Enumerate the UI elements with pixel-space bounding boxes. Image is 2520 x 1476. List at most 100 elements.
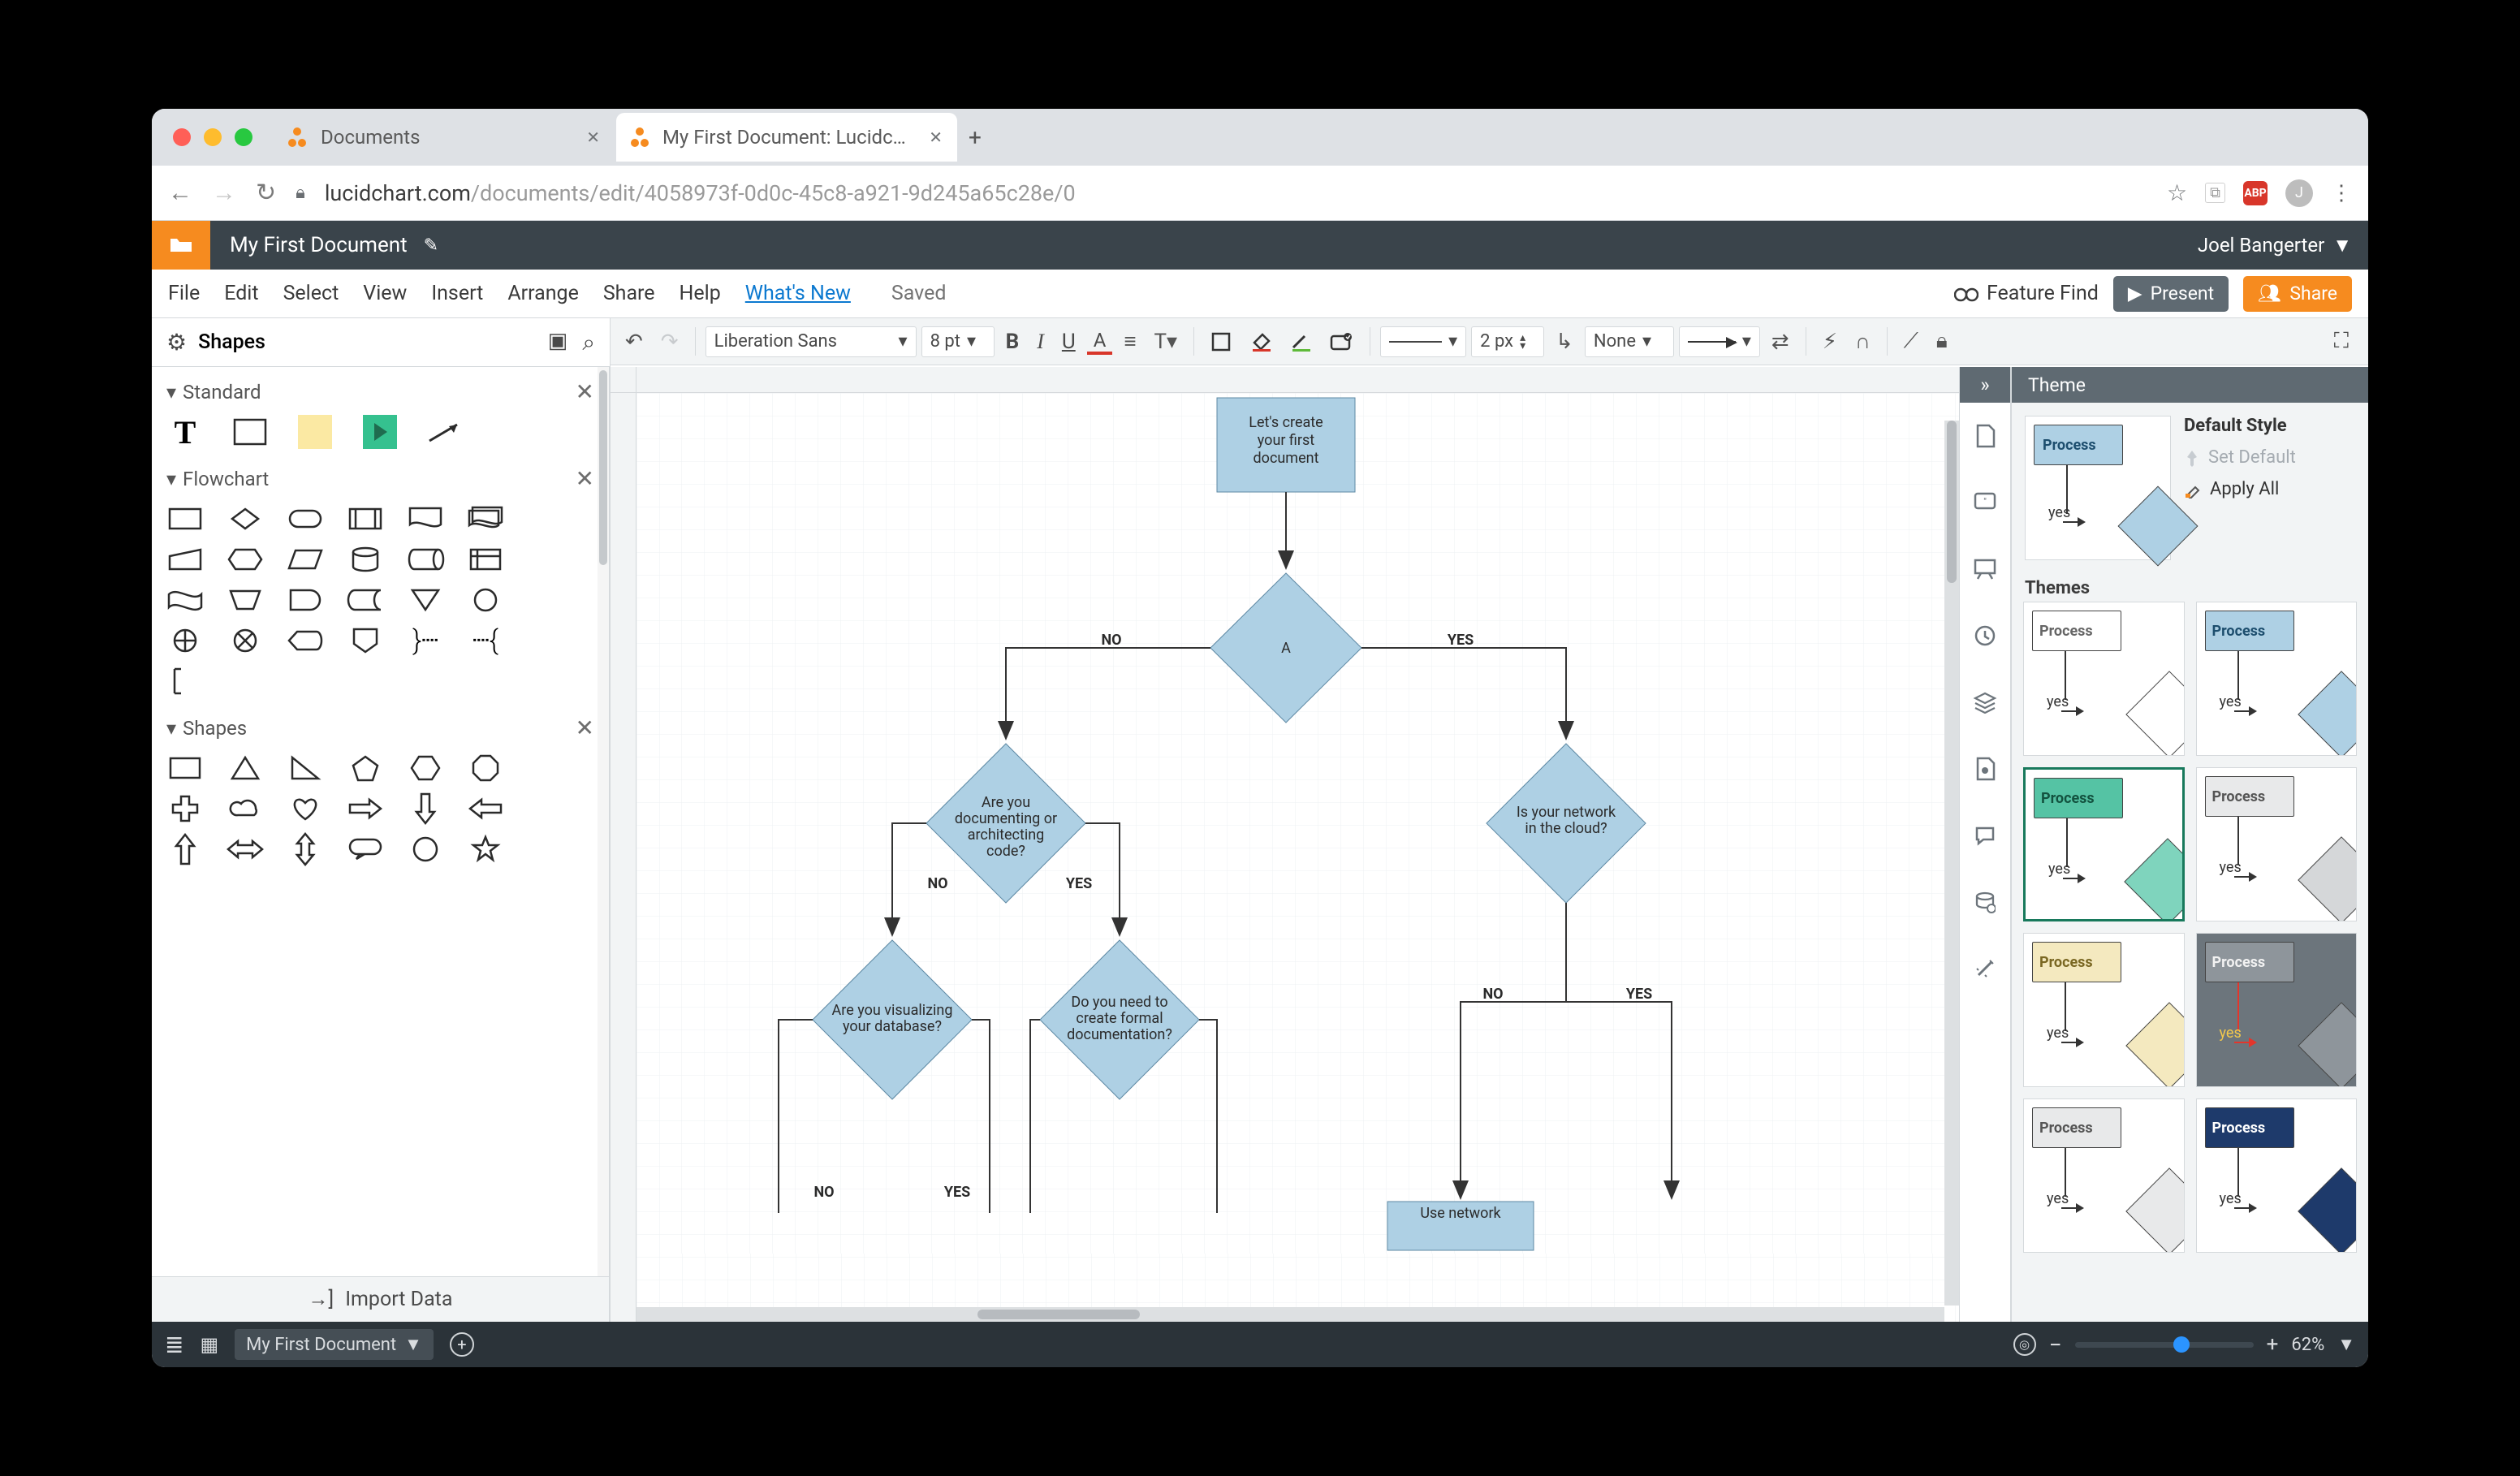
shape-internal-storage[interactable] <box>464 542 507 576</box>
shape-note2[interactable] <box>163 664 207 698</box>
reload-icon[interactable]: ↻ <box>256 179 276 207</box>
close-icon[interactable]: ✕ <box>586 127 600 147</box>
theme-card[interactable]: Processyes <box>2023 602 2185 756</box>
collapse-panel-button[interactable]: » <box>1960 367 2010 403</box>
gear-icon[interactable]: ⚙ <box>166 329 187 356</box>
chevron-down-icon[interactable]: ▼ <box>2337 1334 2355 1355</box>
shape-arrow-left[interactable] <box>464 792 507 826</box>
bold-button[interactable]: B <box>999 330 1026 354</box>
shape-arrow-up[interactable] <box>163 832 207 866</box>
browser-tab-active[interactable]: My First Document: Lucidchart ✕ <box>616 113 957 162</box>
arrow-start-select[interactable]: None▾ <box>1585 326 1674 357</box>
arrow-end-select[interactable]: ▾ <box>1679 326 1760 357</box>
shape-manual-op[interactable] <box>223 583 267 617</box>
shape-document[interactable] <box>403 502 447 536</box>
bucket-fill-button[interactable] <box>1243 331 1279 352</box>
browser-tab[interactable]: Documents ✕ <box>274 113 615 162</box>
shape-delay[interactable] <box>283 583 327 617</box>
swap-arrows-button[interactable]: ⇄ <box>1765 330 1796 354</box>
font-family-select[interactable]: Liberation Sans▾ <box>706 326 917 357</box>
font-size-select[interactable]: 8 pt▾ <box>921 326 995 357</box>
shape-merge[interactable] <box>403 583 447 617</box>
search-icon[interactable]: ⌕ <box>582 329 595 356</box>
close-icon[interactable]: ✕ <box>576 714 594 741</box>
underline-button[interactable]: U <box>1055 330 1082 354</box>
menu-help[interactable]: Help <box>680 282 721 305</box>
shape-circle[interactable] <box>403 832 447 866</box>
tab-chat-icon[interactable] <box>1960 802 2010 869</box>
section-standard[interactable]: ▾ Standard ✕ <box>152 373 609 410</box>
menu-view[interactable]: View <box>363 282 407 305</box>
shape-hexagon[interactable] <box>403 751 447 785</box>
shape-direct-data[interactable] <box>403 542 447 576</box>
theme-card[interactable]: Processyes <box>2023 933 2185 1087</box>
shape-paper-tape[interactable] <box>163 583 207 617</box>
import-data-button[interactable]: →] Import Data <box>152 1276 609 1322</box>
theme-card[interactable]: Processyes <box>2196 767 2358 921</box>
user-menu[interactable]: Joel Bangerter ▼ <box>2181 234 2368 257</box>
theme-card[interactable]: Processyes <box>2023 767 2185 921</box>
menu-arrange[interactable]: Arrange <box>507 282 578 305</box>
grid-view-icon[interactable]: ▦ <box>200 1333 218 1356</box>
shape-stored-data[interactable] <box>343 583 387 617</box>
scrollbar[interactable] <box>598 367 609 1276</box>
shape-multidoc[interactable] <box>464 502 507 536</box>
scrollbar-horizontal[interactable] <box>636 1307 1944 1322</box>
extension-icon[interactable]: ⧉ <box>2205 183 2225 203</box>
menu-edit[interactable]: Edit <box>224 282 258 305</box>
ruler-vertical[interactable] <box>611 393 636 1322</box>
tab-layers-icon[interactable] <box>1960 669 2010 736</box>
target-icon[interactable]: ◎ <box>2013 1333 2036 1356</box>
undo-icon[interactable]: ↶ <box>619 330 649 354</box>
document-title[interactable]: My First Document <box>230 233 408 257</box>
shape-arrow-down[interactable] <box>403 792 447 826</box>
window-close-icon[interactable] <box>173 128 191 146</box>
fill-color-button[interactable] <box>1204 331 1238 352</box>
ruler[interactable] <box>611 367 1959 393</box>
shape-cross[interactable] <box>163 792 207 826</box>
shape-rectangle[interactable] <box>228 415 272 449</box>
zoom-in-button[interactable]: + <box>2267 1332 2279 1357</box>
shape-offpage[interactable] <box>343 624 387 658</box>
shape-pentagon[interactable] <box>343 751 387 785</box>
adblock-icon[interactable]: ABP <box>2243 181 2268 205</box>
menu-share[interactable]: Share <box>603 282 655 305</box>
shape-callout[interactable] <box>343 832 387 866</box>
fullscreen-icon[interactable]: ⛶ <box>2323 329 2360 354</box>
theme-card[interactable]: Processyes <box>2196 602 2358 756</box>
shape-text[interactable]: T <box>163 415 207 449</box>
list-view-icon[interactable]: ≣ <box>165 1331 183 1358</box>
zoom-slider[interactable] <box>2075 1342 2254 1348</box>
text-color-button[interactable]: A <box>1087 329 1113 355</box>
shape-data[interactable] <box>283 542 327 576</box>
shape-arrow-right[interactable] <box>343 792 387 826</box>
shape-connector[interactable] <box>464 583 507 617</box>
add-page-button[interactable]: + <box>450 1332 474 1357</box>
close-icon[interactable]: ✕ <box>929 127 943 147</box>
magnet-button[interactable]: ∩ <box>1849 329 1877 354</box>
theme-preview-default[interactable]: Process yes <box>2025 416 2171 560</box>
shape-preparation[interactable] <box>223 542 267 576</box>
line-color-button[interactable] <box>1284 331 1318 352</box>
zoom-out-button[interactable]: − <box>2049 1331 2062 1358</box>
shape-terminator[interactable] <box>283 502 327 536</box>
shape-cloud[interactable] <box>223 792 267 826</box>
section-flowchart[interactable]: ▾ Flowchart ✕ <box>152 460 609 497</box>
bookmark-icon[interactable]: ☆ <box>2167 179 2187 206</box>
tab-magic-icon[interactable] <box>1960 935 2010 1002</box>
scrollbar-vertical[interactable] <box>1944 421 1959 1306</box>
shape-note[interactable] <box>293 415 337 449</box>
menu-whats-new[interactable]: What's New <box>745 282 851 305</box>
back-icon[interactable]: ← <box>168 179 192 207</box>
image-icon[interactable]: ▣ <box>548 329 568 356</box>
url-text[interactable]: lucidchart.com/documents/edit/4058973f-0… <box>325 180 1076 206</box>
theme-card[interactable]: Processyes <box>2196 1098 2358 1253</box>
shape-arrow-ud[interactable] <box>283 832 327 866</box>
shape-or[interactable] <box>163 624 207 658</box>
theme-card[interactable]: Processyes <box>2023 1098 2185 1253</box>
shape-arrow[interactable] <box>423 415 467 449</box>
menu-file[interactable]: File <box>168 282 200 305</box>
shape-heart[interactable] <box>283 792 327 826</box>
line-style-select[interactable]: ▾ <box>1380 326 1466 357</box>
shape-summing[interactable] <box>223 624 267 658</box>
